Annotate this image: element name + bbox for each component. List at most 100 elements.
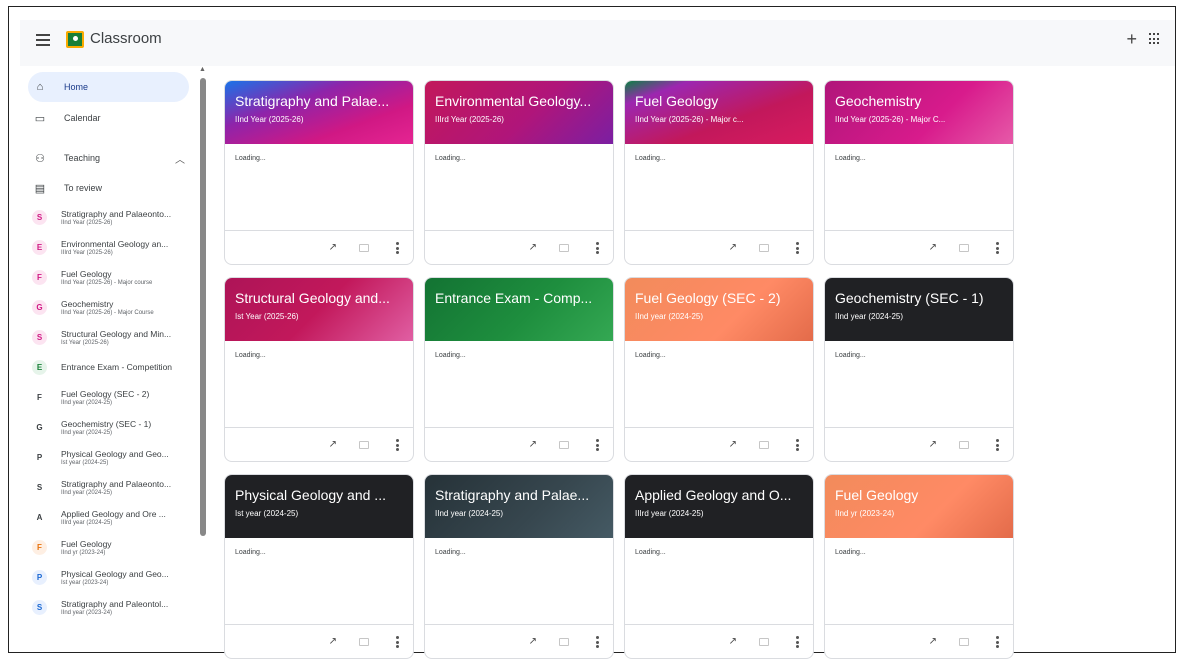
trending-up-icon[interactable]: ↗ xyxy=(929,242,937,253)
hamburger-menu-icon[interactable] xyxy=(36,34,50,46)
class-card-header[interactable]: Structural Geology and... Ist Year (2025-… xyxy=(225,278,413,341)
nav-home[interactable]: ⌂ Home xyxy=(28,72,189,102)
trending-up-icon[interactable]: ↗ xyxy=(329,439,337,450)
class-card-title[interactable]: Structural Geology and... xyxy=(235,290,403,306)
class-card-header[interactable]: Applied Geology and O... IIIrd year (2024… xyxy=(625,475,813,538)
more-vert-icon[interactable] xyxy=(796,439,799,451)
class-card-title[interactable]: Fuel Geology xyxy=(635,93,803,109)
more-vert-icon[interactable] xyxy=(396,636,399,648)
folder-icon[interactable] xyxy=(959,638,969,646)
trending-up-icon[interactable]: ↗ xyxy=(529,636,537,647)
sidebar-course-item[interactable]: G Geochemistry (SEC - 1) IInd year (2024-2… xyxy=(32,414,202,440)
class-card-header[interactable]: Fuel Geology IInd yr (2023-24) xyxy=(825,475,1013,538)
course-avatar: G xyxy=(32,419,47,435)
class-card-header[interactable]: Geochemistry (SEC - 1) IInd year (2024-25… xyxy=(825,278,1013,341)
class-card-title[interactable]: Stratigraphy and Palae... xyxy=(435,487,603,503)
sidebar-course-item[interactable]: P Physical Geology and Geo... Ist year (20… xyxy=(32,444,202,470)
class-card-title[interactable]: Geochemistry (SEC - 1) xyxy=(835,290,1003,306)
class-card-header[interactable]: Stratigraphy and Palae... IInd Year (2025… xyxy=(225,81,413,144)
class-card-header[interactable]: Fuel Geology IInd Year (2025-26) - Major … xyxy=(625,81,813,144)
sidebar-course-item[interactable]: S Stratigraphy and Palaeonto... IInd Year … xyxy=(32,204,202,230)
google-apps-icon[interactable] xyxy=(1149,33,1161,45)
folder-icon[interactable] xyxy=(559,441,569,449)
sidebar-course-item[interactable]: F Fuel Geology IInd Year (2025-26) - Major… xyxy=(32,264,202,290)
sidebar-course-item[interactable]: S Structural Geology and Min... Ist Year (… xyxy=(32,324,202,350)
sidebar-course-item[interactable]: S Stratigraphy and Paleontol... IInd year … xyxy=(32,594,202,620)
class-card-header[interactable]: Entrance Exam - Comp... xyxy=(425,278,613,341)
class-card[interactable]: Stratigraphy and Palae... IInd Year (2025… xyxy=(224,80,414,265)
class-card-title[interactable]: Physical Geology and ... xyxy=(235,487,403,503)
sidebar-course-item[interactable]: F Fuel Geology IInd yr (2023-24) xyxy=(32,534,202,560)
trending-up-icon[interactable]: ↗ xyxy=(729,242,737,253)
folder-icon[interactable] xyxy=(759,244,769,252)
sidebar-course-item[interactable]: S Stratigraphy and Palaeonto... IInd year … xyxy=(32,474,202,500)
class-card-title[interactable]: Fuel Geology xyxy=(835,487,1003,503)
sidebar-course-item[interactable]: E Environmental Geology an... IIIrd Year (… xyxy=(32,234,202,260)
trending-up-icon[interactable]: ↗ xyxy=(929,636,937,647)
folder-icon[interactable] xyxy=(359,441,369,449)
more-vert-icon[interactable] xyxy=(796,636,799,648)
class-card-header[interactable]: Geochemistry IInd Year (2025-26) - Major … xyxy=(825,81,1013,144)
more-vert-icon[interactable] xyxy=(996,439,999,451)
more-vert-icon[interactable] xyxy=(596,636,599,648)
teaching-section-header[interactable]: ⚇ Teaching ︿ xyxy=(32,146,189,170)
class-card[interactable]: Stratigraphy and Palae... IInd year (2024… xyxy=(424,474,614,659)
class-card-title[interactable]: Fuel Geology (SEC - 2) xyxy=(635,290,803,306)
more-vert-icon[interactable] xyxy=(396,242,399,254)
more-vert-icon[interactable] xyxy=(596,242,599,254)
folder-icon[interactable] xyxy=(759,441,769,449)
app-title[interactable]: Classroom xyxy=(90,30,162,47)
trending-up-icon[interactable]: ↗ xyxy=(329,636,337,647)
more-vert-icon[interactable] xyxy=(396,439,399,451)
class-card-header[interactable]: Environmental Geology... IIIrd Year (2025… xyxy=(425,81,613,144)
class-card-title[interactable]: Stratigraphy and Palae... xyxy=(235,93,403,109)
chevron-up-icon[interactable]: ︿ xyxy=(175,151,185,166)
nav-to-review[interactable]: ▤ To review xyxy=(32,176,189,200)
class-card[interactable]: Physical Geology and ... Ist year (2024-2… xyxy=(224,474,414,659)
trending-up-icon[interactable]: ↗ xyxy=(329,242,337,253)
class-card[interactable]: Geochemistry IInd Year (2025-26) - Major … xyxy=(824,80,1014,265)
trending-up-icon[interactable]: ↗ xyxy=(529,439,537,450)
more-vert-icon[interactable] xyxy=(596,439,599,451)
folder-icon[interactable] xyxy=(359,244,369,252)
folder-icon[interactable] xyxy=(759,638,769,646)
sidebar-course-item[interactable]: A Applied Geology and Ore ... IIIrd year (… xyxy=(32,504,202,530)
class-card-title[interactable]: Environmental Geology... xyxy=(435,93,603,109)
class-card[interactable]: Fuel Geology (SEC - 2) IInd year (2024-25… xyxy=(624,277,814,462)
class-card-title[interactable]: Applied Geology and O... xyxy=(635,487,803,503)
class-card[interactable]: Entrance Exam - Comp... Loading... ↗ xyxy=(424,277,614,462)
class-card-title[interactable]: Geochemistry xyxy=(835,93,1003,109)
folder-icon[interactable] xyxy=(559,244,569,252)
folder-icon[interactable] xyxy=(959,441,969,449)
class-card-header[interactable]: Physical Geology and ... Ist year (2024-2… xyxy=(225,475,413,538)
sidebar-scrollbar[interactable] xyxy=(200,78,206,536)
class-card[interactable]: Applied Geology and O... IIIrd year (2024… xyxy=(624,474,814,659)
more-vert-icon[interactable] xyxy=(796,242,799,254)
class-card-header[interactable]: Stratigraphy and Palae... IInd year (2024… xyxy=(425,475,613,538)
class-card[interactable]: Fuel Geology IInd yr (2023-24) Loading... ↗ xyxy=(824,474,1014,659)
more-vert-icon[interactable] xyxy=(996,636,999,648)
folder-icon[interactable] xyxy=(959,244,969,252)
trending-up-icon[interactable]: ↗ xyxy=(529,242,537,253)
folder-icon[interactable] xyxy=(359,638,369,646)
sidebar-course-item[interactable]: G Geochemistry IInd Year (2025-26) - Major… xyxy=(32,294,202,320)
more-vert-icon[interactable] xyxy=(996,242,999,254)
class-card-header[interactable]: Fuel Geology (SEC - 2) IInd year (2024-25… xyxy=(625,278,813,341)
class-card-status: Loading... xyxy=(435,352,466,359)
nav-calendar[interactable]: ▭ Calendar xyxy=(28,103,189,133)
class-card[interactable]: Geochemistry (SEC - 1) IInd year (2024-25… xyxy=(824,277,1014,462)
add-class-icon[interactable]: + xyxy=(1126,29,1137,50)
sidebar-course-item[interactable]: P Physical Geology and Geo... Ist year (20… xyxy=(32,564,202,590)
class-card[interactable]: Environmental Geology... IIIrd Year (2025… xyxy=(424,80,614,265)
course-title: Geochemistry (SEC - 1) xyxy=(61,418,152,429)
trending-up-icon[interactable]: ↗ xyxy=(729,636,737,647)
class-card-title[interactable]: Entrance Exam - Comp... xyxy=(435,290,603,306)
class-card[interactable]: Fuel Geology IInd Year (2025-26) - Major … xyxy=(624,80,814,265)
folder-icon[interactable] xyxy=(559,638,569,646)
scroll-up-arrow-icon[interactable]: ▲ xyxy=(199,66,206,73)
sidebar-course-item[interactable]: F Fuel Geology (SEC - 2) IInd year (2024-2… xyxy=(32,384,202,410)
class-card[interactable]: Structural Geology and... Ist Year (2025-… xyxy=(224,277,414,462)
trending-up-icon[interactable]: ↗ xyxy=(729,439,737,450)
trending-up-icon[interactable]: ↗ xyxy=(929,439,937,450)
sidebar-course-item[interactable]: E Entrance Exam - Competition xyxy=(32,354,202,380)
